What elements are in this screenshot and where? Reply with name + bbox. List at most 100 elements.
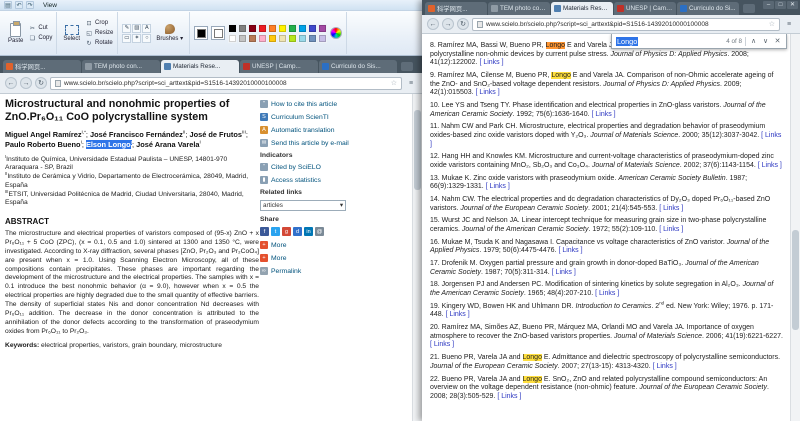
- copy-button[interactable]: ❏ Copy: [28, 34, 53, 42]
- edit-colors-icon[interactable]: [330, 27, 343, 39]
- back-button[interactable]: ←: [427, 18, 439, 30]
- cut-button[interactable]: ✂ Cut: [28, 24, 52, 32]
- color-picker-icon[interactable]: ✶: [132, 33, 142, 43]
- right-scrollbar[interactable]: [790, 34, 800, 421]
- color-swatch[interactable]: [268, 33, 278, 43]
- undo-icon[interactable]: ↶: [15, 1, 23, 9]
- service-item-addthis[interactable]: + More: [260, 254, 402, 262]
- links-link[interactable]: [ Links ]: [558, 247, 582, 254]
- resize-button[interactable]: ◱ Resize: [85, 29, 113, 37]
- browser-tab[interactable]: 科学网页...: [425, 2, 487, 15]
- links-link[interactable]: [ Links ]: [446, 311, 470, 318]
- color-swatch[interactable]: [248, 23, 258, 33]
- rotate-button[interactable]: ↻ Rotate: [85, 39, 113, 47]
- service-item-cited-by[interactable]: ” Cited by SciELO: [260, 163, 402, 171]
- browser-tab[interactable]: Materials Rese...: [551, 2, 613, 15]
- color-swatch[interactable]: [238, 33, 248, 43]
- color-swatch[interactable]: [258, 23, 268, 33]
- fill-icon[interactable]: ▨: [132, 23, 142, 33]
- color-swatch[interactable]: [268, 23, 278, 33]
- paint-view-tab[interactable]: View: [37, 2, 63, 9]
- twitter-icon[interactable]: t: [271, 227, 280, 236]
- service-item-addthis[interactable]: + More: [260, 241, 402, 249]
- links-link[interactable]: [ Links ]: [653, 363, 677, 370]
- browser-tab[interactable]: UNESP | Camp...: [240, 60, 318, 73]
- service-item-cite[interactable]: " How to cite this article: [260, 100, 402, 108]
- color-swatch[interactable]: [318, 23, 328, 33]
- email-share-icon[interactable]: @: [315, 227, 324, 236]
- new-tab-button[interactable]: [401, 62, 413, 71]
- service-item-mail[interactable]: ✉ Send this article by e-mail: [260, 139, 402, 147]
- redo-icon[interactable]: ↷: [26, 1, 34, 9]
- linkedin-icon[interactable]: in: [304, 227, 313, 236]
- links-link[interactable]: [ Links ]: [552, 269, 576, 276]
- magnifier-icon[interactable]: ○: [142, 33, 152, 43]
- links-link[interactable]: [ Links ]: [595, 290, 619, 297]
- refresh-button[interactable]: ↻: [35, 77, 47, 89]
- color-swatch[interactable]: [258, 33, 268, 43]
- service-item-stats[interactable]: ▮ Access statistics: [260, 176, 402, 184]
- links-link[interactable]: [ Links ]: [476, 89, 500, 96]
- links-link[interactable]: [ Links ]: [659, 226, 683, 233]
- address-bar[interactable]: www.scielo.br/scielo.php?script=sci_artt…: [472, 17, 780, 31]
- brushes-button[interactable]: Brushes ▾: [154, 23, 185, 43]
- text-icon[interactable]: A: [142, 23, 152, 33]
- color-swatch[interactable]: [308, 33, 318, 43]
- browser-tab[interactable]: Materials Rese...: [161, 60, 239, 73]
- links-link[interactable]: [ Links ]: [430, 341, 454, 348]
- find-close-button[interactable]: ✕: [773, 37, 782, 45]
- links-link[interactable]: [ Links ]: [486, 183, 510, 190]
- related-articles-select[interactable]: articles ▾: [260, 200, 346, 211]
- forward-button[interactable]: →: [442, 18, 454, 30]
- color-swatch[interactable]: [228, 33, 238, 43]
- maximize-button[interactable]: □: [775, 1, 786, 9]
- color-swatch[interactable]: [298, 23, 308, 33]
- refresh-button[interactable]: ↻: [457, 18, 469, 30]
- select-button[interactable]: Select: [61, 24, 82, 43]
- forward-button[interactable]: →: [20, 77, 32, 89]
- color-swatch[interactable]: [228, 23, 238, 33]
- googleplus-icon[interactable]: g: [282, 227, 291, 236]
- color-swatch[interactable]: [288, 33, 298, 43]
- find-previous-button[interactable]: ∧: [749, 37, 758, 45]
- color-swatch[interactable]: [238, 23, 248, 33]
- color-swatch[interactable]: [278, 23, 288, 33]
- scrollbar-thumb[interactable]: [792, 230, 799, 330]
- color2-well[interactable]: [211, 26, 226, 40]
- color-swatch[interactable]: [318, 33, 328, 43]
- browser-tab[interactable]: 科学网页...: [3, 60, 81, 73]
- find-next-button[interactable]: ∨: [761, 37, 770, 45]
- bookmark-star-icon[interactable]: ☆: [769, 20, 775, 28]
- links-link[interactable]: [ Links ]: [758, 162, 782, 169]
- service-item-translate[interactable]: A Automatic translation: [260, 126, 402, 134]
- browser-menu-icon[interactable]: ≡: [783, 21, 795, 28]
- facebook-icon[interactable]: f: [260, 227, 269, 236]
- color-swatch[interactable]: [288, 23, 298, 33]
- new-tab-button[interactable]: [743, 4, 755, 13]
- close-button[interactable]: ✕: [787, 1, 798, 9]
- address-bar[interactable]: www.scielo.br/scielo.php?script=sci_artt…: [50, 76, 402, 90]
- links-link[interactable]: [ Links ]: [659, 205, 683, 212]
- browser-tab[interactable]: Curriculo do Sis...: [319, 60, 397, 73]
- links-link[interactable]: [ Links ]: [497, 393, 521, 400]
- browser-menu-icon[interactable]: ≡: [405, 80, 417, 87]
- delicious-icon[interactable]: d: [293, 227, 302, 236]
- back-button[interactable]: ←: [5, 77, 17, 89]
- service-item-curriculum-scienti[interactable]: S Curriculum ScienTI: [260, 113, 402, 121]
- browser-tab[interactable]: TEM photo con...: [488, 2, 550, 15]
- color-swatch[interactable]: [308, 23, 318, 33]
- color-swatch[interactable]: [298, 33, 308, 43]
- links-link[interactable]: [ Links ]: [479, 59, 503, 66]
- minimize-button[interactable]: –: [763, 1, 774, 9]
- find-input[interactable]: Longo: [616, 36, 639, 46]
- paste-button[interactable]: Paste: [6, 20, 25, 45]
- pencil-icon[interactable]: ✎: [122, 23, 132, 33]
- scrollbar-thumb[interactable]: [414, 110, 421, 190]
- eraser-icon[interactable]: ▭: [122, 33, 132, 43]
- browser-tab[interactable]: Curriculo do Si...: [677, 2, 739, 15]
- color-swatch[interactable]: [248, 33, 258, 43]
- links-link[interactable]: [ Links ]: [591, 111, 615, 118]
- left-scrollbar[interactable]: [412, 94, 422, 421]
- save-icon[interactable]: ▤: [4, 1, 12, 9]
- crop-button[interactable]: ⊡ Crop: [85, 19, 113, 27]
